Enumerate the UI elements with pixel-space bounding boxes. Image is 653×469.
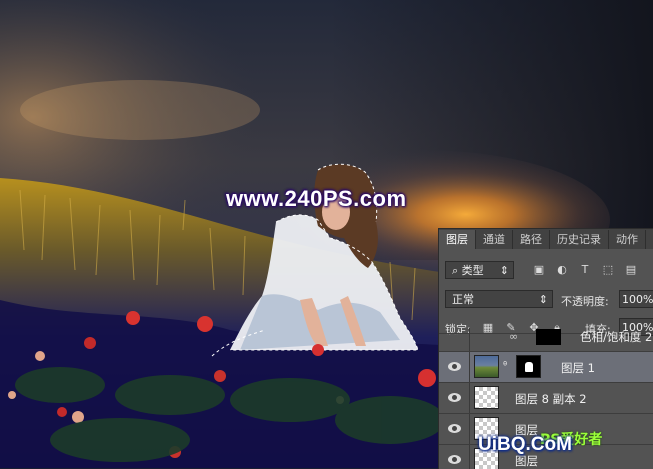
layer-row[interactable]: 图层 8 副本 2 bbox=[439, 383, 653, 414]
tab-actions[interactable]: 动作 bbox=[609, 230, 646, 249]
pixel-filter-icon[interactable]: ▣ bbox=[532, 263, 546, 277]
tab-history[interactable]: 历史记录 bbox=[550, 230, 609, 249]
layer-row-selected[interactable]: ᶿ 图层 1 bbox=[439, 352, 653, 383]
eye-icon[interactable] bbox=[448, 455, 461, 464]
eye-icon[interactable] bbox=[448, 362, 461, 371]
visibility-column bbox=[469, 445, 470, 469]
mask-thumbnail bbox=[536, 329, 561, 345]
shape-filter-icon[interactable]: ⬚ bbox=[601, 263, 615, 277]
filter-kind-select[interactable]: ⌕ 类型 ⇕ bbox=[445, 261, 514, 279]
type-filter-icon[interactable]: T bbox=[578, 263, 592, 277]
layer-row[interactable]: ∞ 色相/饱和度 2 bbox=[439, 328, 653, 352]
visibility-column bbox=[469, 414, 470, 444]
mask-thumbnail bbox=[516, 355, 541, 378]
filter-kind-label: 类型 bbox=[461, 264, 484, 277]
layer-thumbnail bbox=[474, 355, 499, 378]
filter-row: ⌕ 类型 ⇕ ▣ ◐ T ⬚ ▤ bbox=[439, 261, 653, 281]
blend-mode-value: 正常 bbox=[452, 293, 474, 306]
opacity-label: 不透明度: bbox=[561, 295, 609, 308]
visibility-column bbox=[469, 383, 470, 413]
bottom-watermark: UiBQ.CoM bbox=[478, 434, 572, 455]
site-watermark: www.240PS.com bbox=[226, 186, 407, 211]
chain-link-icon: ᶿ bbox=[503, 359, 508, 372]
link-icon: ∞ bbox=[509, 330, 519, 343]
opacity-input[interactable]: 100% bbox=[619, 290, 653, 308]
tab-paths[interactable]: 路径 bbox=[513, 230, 550, 249]
updown-icon: ⇕ bbox=[538, 293, 548, 306]
visibility-column bbox=[469, 352, 470, 382]
tab-layers[interactable]: 图层 bbox=[439, 230, 476, 249]
blend-mode-select[interactable]: 正常 ⇕ bbox=[445, 290, 553, 308]
panel-tabs: 图层 通道 路径 历史记录 动作 bbox=[439, 229, 653, 249]
layer-thumbnail bbox=[474, 386, 499, 409]
visibility-column bbox=[469, 328, 470, 351]
layer-name: 色相/饱和度 2 bbox=[580, 330, 653, 344]
layer-name: 图层 1 bbox=[561, 361, 595, 375]
blend-row: 正常 ⇕ 不透明度: 100% bbox=[439, 290, 653, 310]
adjustment-filter-icon[interactable]: ◐ bbox=[555, 263, 569, 277]
smart-object-filter-icon[interactable]: ▤ bbox=[624, 263, 638, 277]
updown-icon: ⇕ bbox=[499, 264, 509, 277]
eye-icon[interactable] bbox=[448, 424, 461, 433]
tab-channels[interactable]: 通道 bbox=[476, 230, 513, 249]
eye-icon[interactable] bbox=[448, 393, 461, 402]
layer-name: 图层 8 副本 2 bbox=[515, 392, 587, 406]
search-icon: ⌕ bbox=[452, 264, 462, 277]
